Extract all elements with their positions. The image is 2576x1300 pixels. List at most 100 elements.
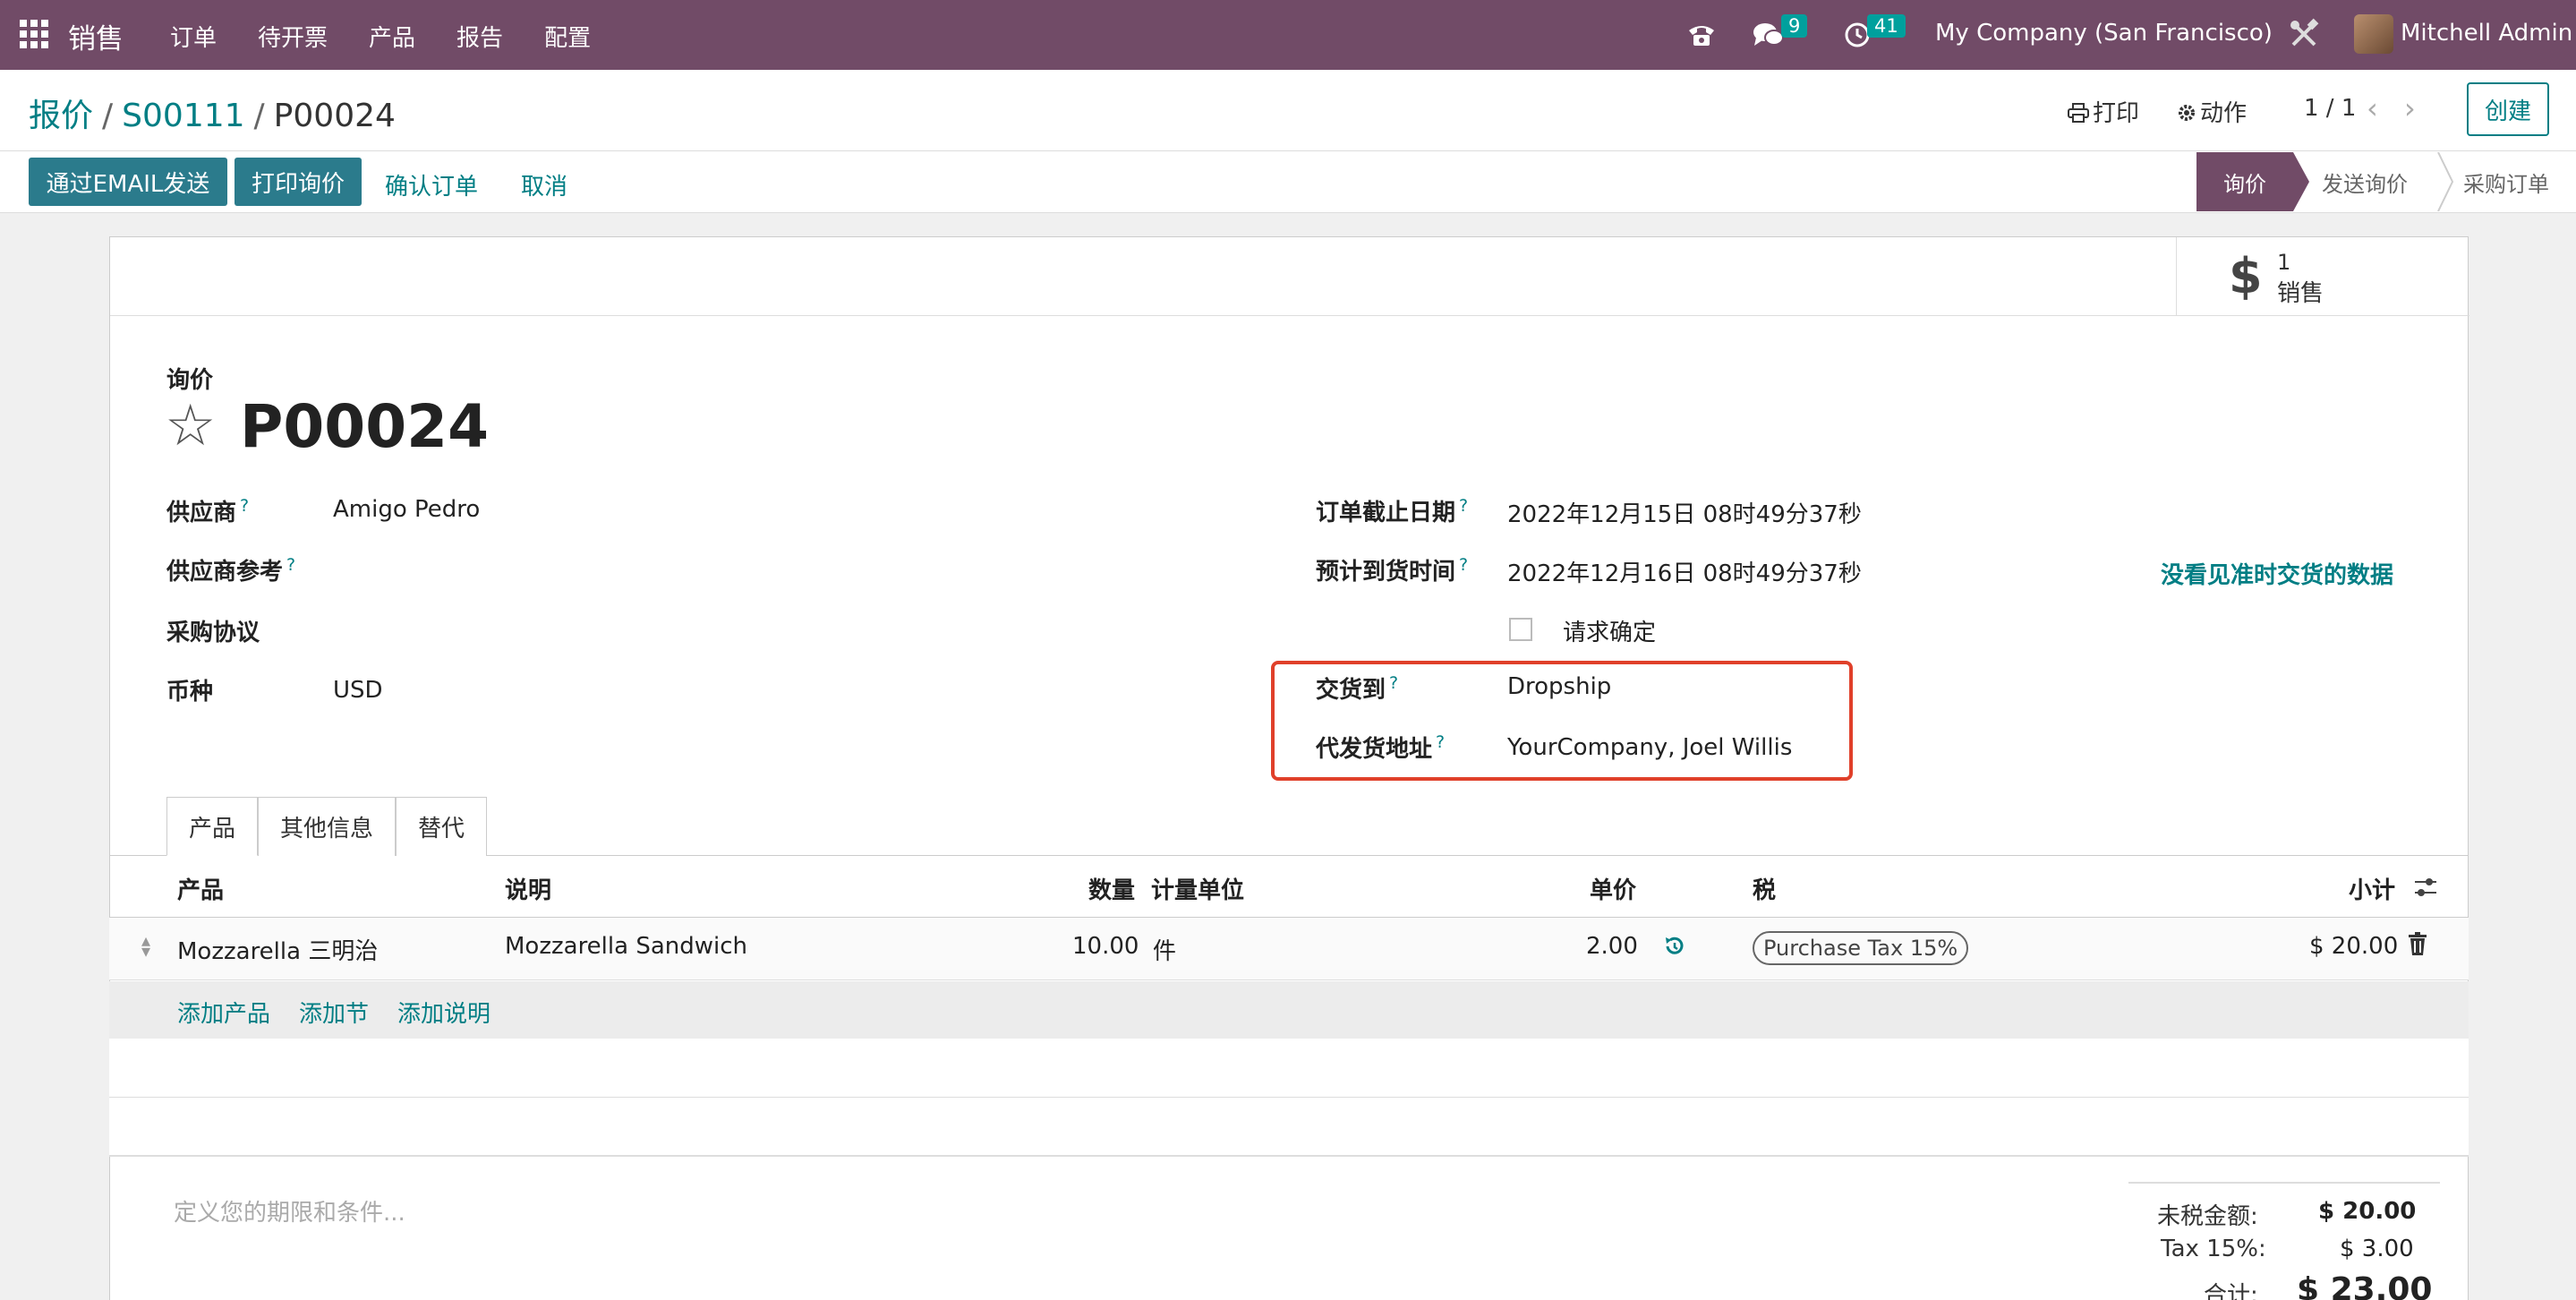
highlight-annotation-box <box>1271 661 1853 781</box>
confirm-order-button[interactable]: 确认订单 <box>385 168 478 201</box>
apps-menu-icon[interactable] <box>20 20 48 48</box>
messages-badge: 9 <box>1781 14 1808 38</box>
pager-next-icon[interactable]: › <box>2404 91 2416 125</box>
untaxed-amount-value: $ 20.00 <box>2318 1198 2417 1225</box>
trash-icon[interactable] <box>2408 931 2427 956</box>
debug-tools-icon[interactable] <box>2288 18 2320 50</box>
table-row[interactable] <box>109 918 2469 980</box>
row-product[interactable]: Mozzarella 三明治 <box>177 933 378 966</box>
column-header-product[interactable]: 产品 <box>177 872 224 905</box>
row-description[interactable]: Mozzarella Sandwich <box>505 933 747 960</box>
tab-other-info[interactable]: 其他信息 <box>258 797 396 856</box>
sales-label: 销售 <box>2277 280 2324 307</box>
dollar-icon: $ <box>2229 248 2263 304</box>
tab-products[interactable]: 产品 <box>166 797 258 856</box>
document-name: P00024 <box>240 392 489 461</box>
request-confirmation-checkbox[interactable] <box>1509 618 1532 641</box>
currency-label: 币种 <box>166 679 214 706</box>
row-uom[interactable]: 件 <box>1153 933 1176 966</box>
empty-table-row <box>109 1039 2469 1098</box>
column-header-taxes[interactable]: 税 <box>1753 872 1776 905</box>
column-header-unit-price[interactable]: 单价 <box>1590 872 1636 905</box>
help-icon[interactable]: ? <box>1459 555 1468 575</box>
column-header-description[interactable]: 说明 <box>505 872 551 905</box>
column-header-uom[interactable]: 计量单位 <box>1151 872 1244 905</box>
tab-alternatives[interactable]: 替代 <box>396 797 487 856</box>
order-deadline-label: 订单截止日期? <box>1316 496 1469 526</box>
total-label: 合计: <box>2204 1282 2258 1300</box>
column-header-subtotal[interactable]: 小计 <box>2349 872 2395 905</box>
vendor-field[interactable]: Amigo Pedro <box>333 496 480 523</box>
cancel-button[interactable]: 取消 <box>521 168 567 201</box>
stage-rfq[interactable]: 询价 <box>2196 152 2309 211</box>
currency-field[interactable]: USD <box>333 677 383 704</box>
menu-item-reporting[interactable]: 报告 <box>456 20 503 53</box>
messages-icon[interactable] <box>1753 21 1785 48</box>
row-unit-price[interactable]: 2.00 <box>1586 933 1638 960</box>
breadcrumb: 报价 / S00111/P00024 <box>29 90 396 136</box>
row-quantity[interactable]: 10.00 <box>1072 933 1139 960</box>
menu-item-products[interactable]: 产品 <box>369 20 415 53</box>
vendor-reference-field[interactable] <box>333 553 780 584</box>
phone-icon[interactable] <box>1686 21 1717 48</box>
row-subtotal: $ 20.00 <box>2309 933 2399 960</box>
purchase-agreement-field[interactable] <box>333 614 780 645</box>
action-button[interactable]: 动作 <box>2177 95 2247 128</box>
add-section-link[interactable]: 添加节 <box>299 996 369 1029</box>
on-time-delivery-link[interactable]: 没看见准时交货的数据 <box>2161 557 2393 590</box>
activities-badge: 41 <box>1867 14 1906 38</box>
help-icon[interactable]: ? <box>1459 496 1468 516</box>
top-navbar: 销售 订单 待开票 产品 报告 配置 9 41 My Company (San … <box>0 0 2576 70</box>
menu-item-to-invoice[interactable]: 待开票 <box>258 20 328 53</box>
total-value: $ 23.00 <box>2297 1271 2433 1300</box>
order-deadline-field[interactable]: 2022年12月15日 08时49分37秒 <box>1507 496 1862 529</box>
history-icon[interactable] <box>1663 935 1686 958</box>
add-product-link[interactable]: 添加产品 <box>177 996 270 1029</box>
menu-item-configuration[interactable]: 配置 <box>544 20 591 53</box>
company-switcher[interactable]: My Company (San Francisco) <box>1935 20 2273 47</box>
button-box: $ 1 销售 <box>110 237 2469 316</box>
user-menu[interactable]: Mitchell Admin <box>2401 20 2572 47</box>
help-icon[interactable]: ? <box>286 555 295 575</box>
footer-divider <box>109 1155 2469 1157</box>
empty-table-row <box>109 1098 2469 1157</box>
add-note-link[interactable]: 添加说明 <box>397 996 490 1029</box>
breadcrumb-separator: / <box>253 98 265 134</box>
send-by-email-button[interactable]: 通过EMAIL发送 <box>29 158 227 206</box>
star-icon[interactable]: ☆ <box>165 398 216 455</box>
print-label: 打印 <box>2093 100 2140 127</box>
stage-purchase-order[interactable]: 采购订单 <box>2463 152 2576 211</box>
status-bar: 询价 发送询价 采购订单 <box>2196 152 2576 211</box>
sales-smart-button[interactable]: $ 1 销售 <box>2176 237 2469 316</box>
column-header-quantity[interactable]: 数量 <box>1088 872 1135 905</box>
print-rfq-button[interactable]: 打印询价 <box>235 158 362 206</box>
drag-handle-icon[interactable]: ▴ ▾ <box>141 931 150 960</box>
terms-and-conditions-field[interactable]: 定义您的期限和条件... <box>174 1194 405 1227</box>
breadcrumb-current: P00024 <box>273 98 396 134</box>
main-menu: 订单 待开票 产品 报告 配置 <box>170 20 632 53</box>
purchase-agreement-label: 采购协议 <box>166 620 260 646</box>
pager-previous-icon[interactable]: ‹ <box>2367 91 2378 125</box>
pager-value[interactable]: 1 / 1 <box>2304 95 2356 122</box>
app-name[interactable]: 销售 <box>68 16 124 56</box>
tax-label: Tax 15%: <box>2161 1236 2266 1262</box>
stage-separator-icon <box>2437 152 2454 211</box>
vendor-label: 供应商? <box>166 496 250 526</box>
user-avatar[interactable] <box>2354 14 2393 54</box>
breadcrumb-quotations[interactable]: 报价 <box>29 98 93 134</box>
untaxed-amount-label: 未税金额: <box>2157 1203 2258 1230</box>
expected-arrival-field[interactable]: 2022年12月16日 08时49分37秒 <box>1507 555 1862 588</box>
expected-arrival-label: 预计到货时间? <box>1316 555 1469 586</box>
sales-count: 1 <box>2277 250 2291 275</box>
action-label: 动作 <box>2200 100 2248 127</box>
vendor-reference-label: 供应商参考? <box>166 555 296 586</box>
help-icon[interactable]: ? <box>240 496 249 516</box>
menu-item-orders[interactable]: 订单 <box>170 20 217 53</box>
optional-columns-icon[interactable] <box>2413 876 2438 899</box>
breadcrumb-sale-order[interactable]: S00111 <box>122 98 244 134</box>
printer-icon <box>2068 103 2089 123</box>
create-button[interactable]: 创建 <box>2467 82 2549 136</box>
tax-value: $ 3.00 <box>2340 1236 2414 1262</box>
print-button[interactable]: 打印 <box>2068 95 2139 128</box>
tax-tag[interactable]: Purchase Tax 15% <box>1753 931 1969 965</box>
